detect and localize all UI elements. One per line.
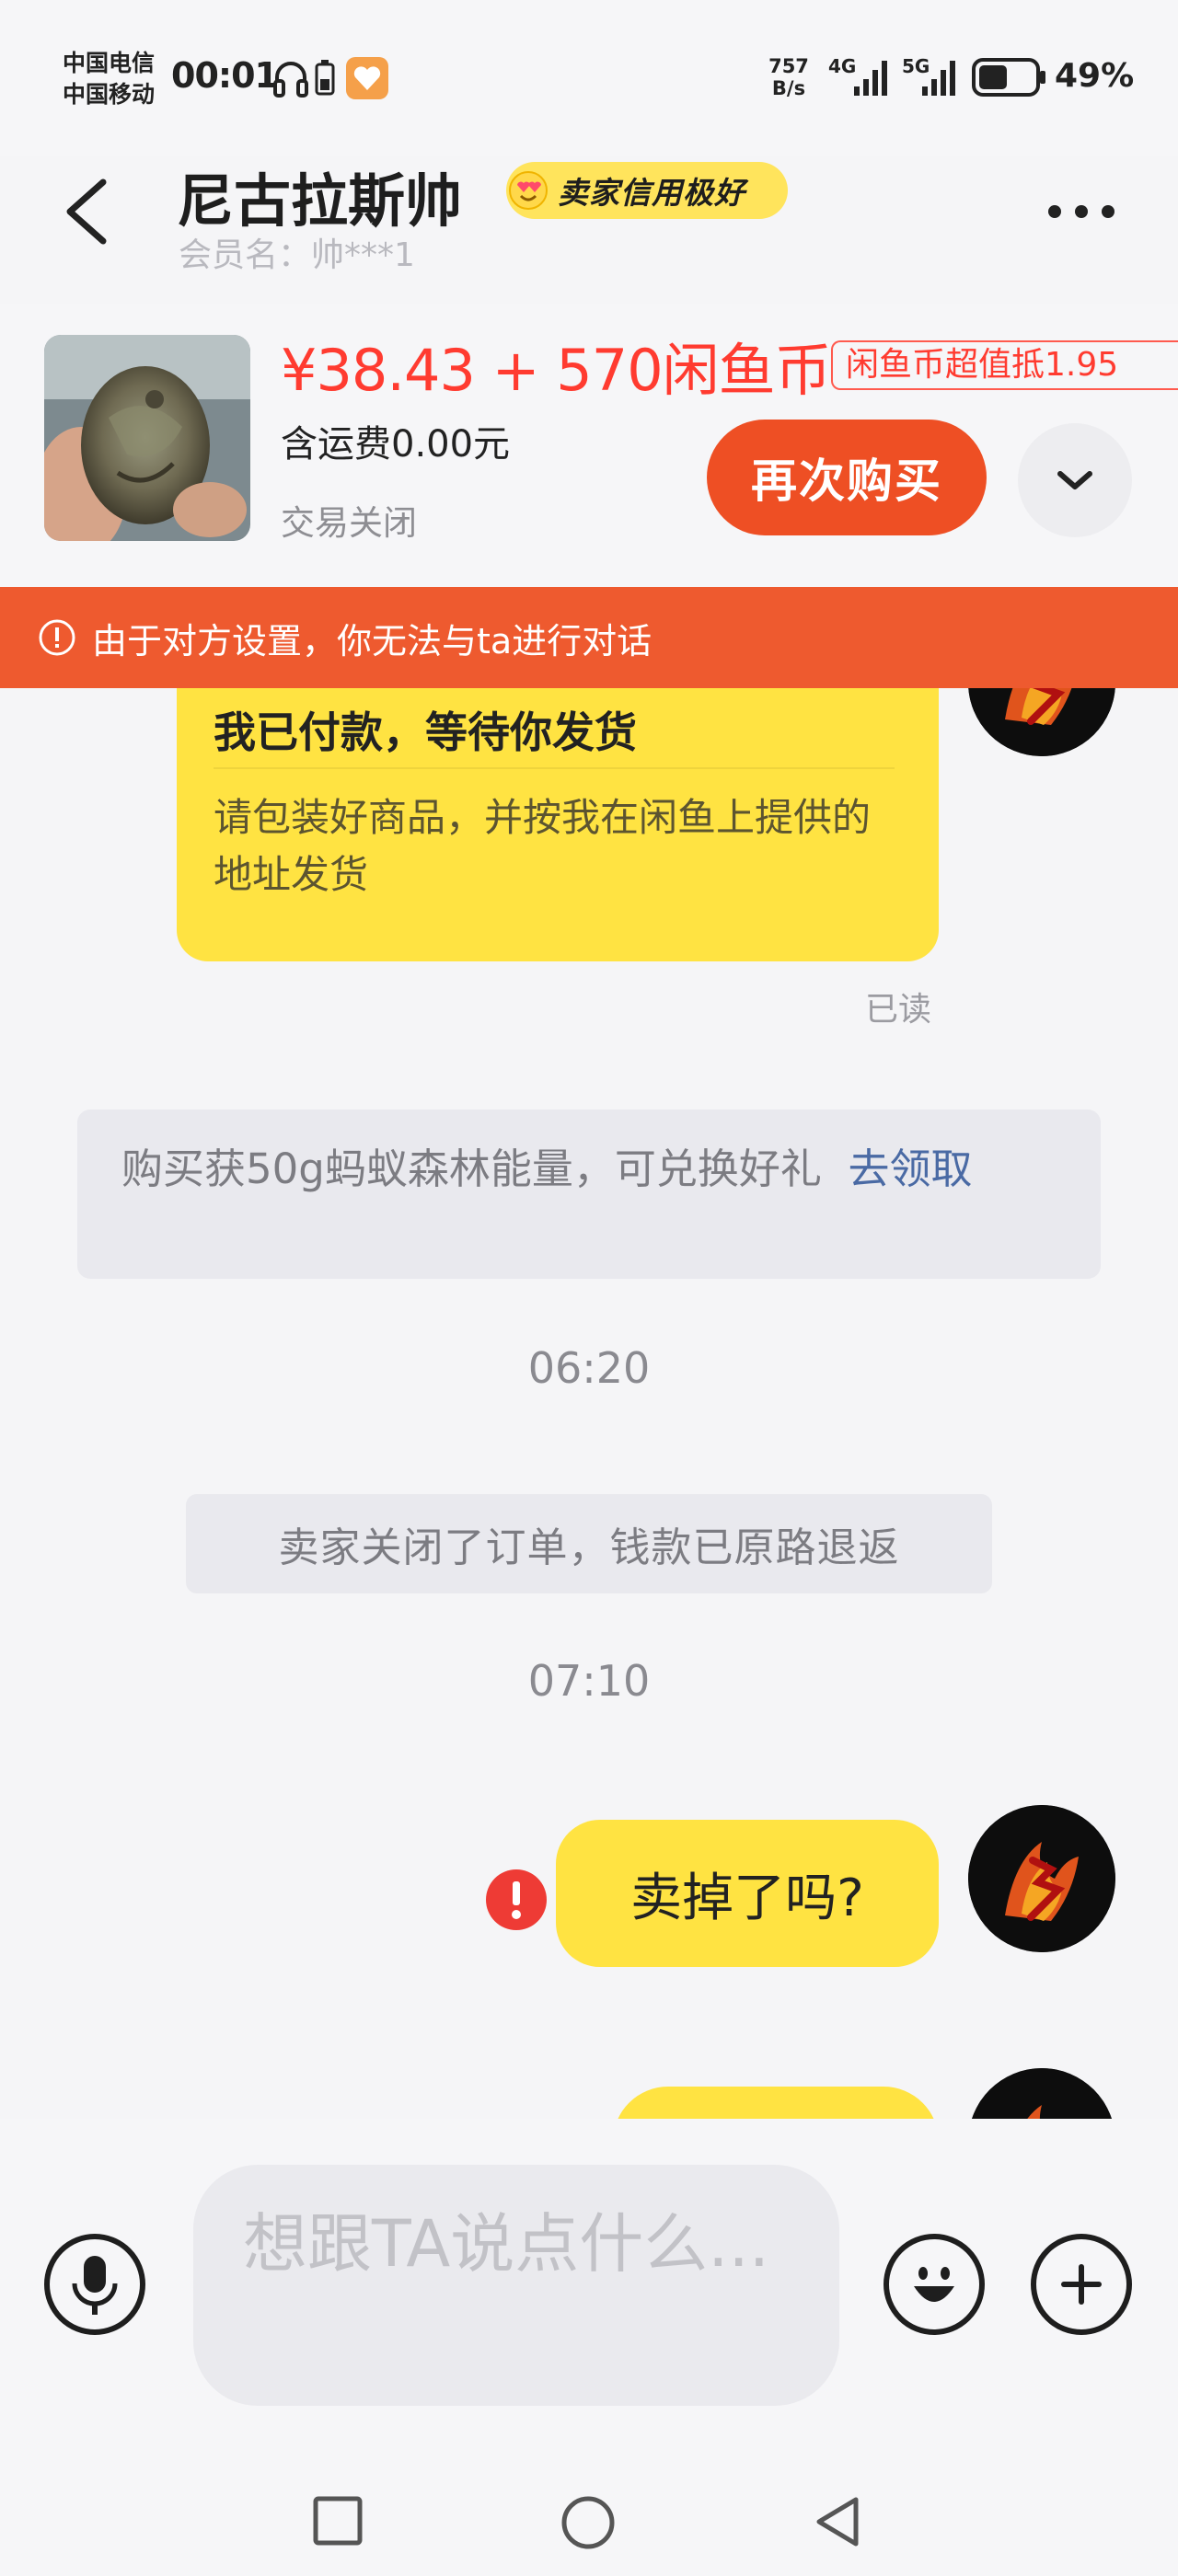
battery-icon: [972, 58, 1045, 97]
promo-text: 购买获50g蚂蚁森林能量，可兑换好礼: [121, 1144, 822, 1193]
plus-icon: [1061, 2264, 1102, 2305]
net-speed-unit: B/s: [771, 77, 806, 99]
promo-text-block: 购买获50g蚂蚁森林能量，可兑换好礼 去领取: [121, 1135, 1079, 1203]
emoji-button[interactable]: [884, 2234, 985, 2335]
input-bar: [0, 2119, 1178, 2459]
credit-badge[interactable]: 卖家信用极好: [506, 162, 788, 219]
avatar[interactable]: [968, 2068, 1115, 2119]
chevron-down-icon: [1057, 471, 1092, 489]
add-button[interactable]: [1031, 2234, 1132, 2335]
microphone-icon: [72, 2256, 118, 2315]
warning-text: 由于对方设置，你无法与ta进行对话: [92, 620, 653, 661]
send-failed-icon[interactable]: [484, 1868, 549, 1932]
net-speed-value: 757: [768, 55, 809, 77]
timestamp: 07:10: [527, 1656, 651, 1706]
timestamp: 06:20: [527, 1343, 651, 1393]
expand-button[interactable]: [1018, 423, 1132, 537]
system-notice: 卖家关闭了订单，钱款已原路退返: [186, 1494, 992, 1593]
warning-icon: [39, 619, 75, 656]
back-arrow-icon[interactable]: [59, 175, 114, 248]
member-name: 会员名：帅***1: [179, 236, 415, 274]
warning-banner: 由于对方设置，你无法与ta进行对话: [0, 587, 1178, 688]
battery-percent: 49%: [1055, 57, 1135, 95]
payment-card-title: 我已付款，等待你发货: [214, 707, 637, 757]
divider: [214, 767, 895, 769]
recent-apps-icon[interactable]: [311, 2494, 364, 2547]
carrier-2: 中国移动: [63, 81, 156, 108]
read-receipt: 已读: [865, 991, 932, 1029]
message-bubble[interactable]: 卖掉了吗?: [556, 1820, 939, 1967]
net-speed: 757 B/s: [766, 55, 812, 99]
message-input[interactable]: [193, 2165, 839, 2406]
carrier-1: 中国电信: [63, 50, 156, 76]
order-status: 交易关闭: [281, 503, 417, 543]
heart-eyes-face-icon: [509, 171, 548, 210]
chat-area[interactable]: 我已付款，等待你发货 请包装好商品，并按我在闲鱼上提供的地址发货 已读 购买获5…: [0, 688, 1178, 2119]
payment-card[interactable]: 我已付款，等待你发货 请包装好商品，并按我在闲鱼上提供的地址发货: [177, 688, 939, 961]
order-price: ¥38.43 + 570闲鱼币: [281, 337, 832, 404]
status-time: 00:01: [171, 55, 279, 96]
signal-icon: [922, 61, 955, 96]
credit-badge-label: 卖家信用极好: [558, 175, 745, 211]
app-notification-icon: [346, 57, 388, 99]
headphones-icon: [273, 62, 308, 98]
battery-small-icon: [315, 60, 335, 96]
avatar[interactable]: [968, 1805, 1115, 1952]
seller-name[interactable]: 尼古拉斯帅: [177, 155, 462, 237]
back-nav-icon[interactable]: [812, 2494, 863, 2549]
navigation-bar: [0, 2459, 1178, 2576]
coin-discount-tag: 闲鱼币超值抵1.95: [831, 340, 1178, 390]
order-card[interactable]: ¥38.43 + 570闲鱼币 闲鱼币超值抵1.95 含运费0.00元 交易关闭…: [0, 304, 1178, 589]
carrier-labels: 中国电信 中国移动: [63, 48, 169, 110]
home-icon[interactable]: [560, 2494, 617, 2551]
signal-icon: [854, 61, 887, 96]
smiley-icon: [914, 2267, 954, 2302]
rebuy-button[interactable]: 再次购买: [707, 420, 987, 535]
status-bar: 中国电信 中国移动 00:01 757 B/s 4G 5G 49%: [0, 0, 1178, 156]
voice-input-button[interactable]: [44, 2234, 145, 2335]
promo-claim-link[interactable]: 去领取: [848, 1144, 972, 1193]
product-image[interactable]: [44, 335, 250, 541]
promo-card[interactable]: 购买获50g蚂蚁森林能量，可兑换好礼 去领取: [77, 1110, 1101, 1279]
shipping-fee: 含运费0.00元: [281, 423, 511, 466]
more-options-icon[interactable]: [1040, 193, 1123, 230]
payment-card-description: 请包装好商品，并按我在闲鱼上提供的地址发货: [214, 795, 872, 897]
avatar[interactable]: [968, 688, 1115, 756]
message-bubble[interactable]: [613, 2087, 939, 2119]
